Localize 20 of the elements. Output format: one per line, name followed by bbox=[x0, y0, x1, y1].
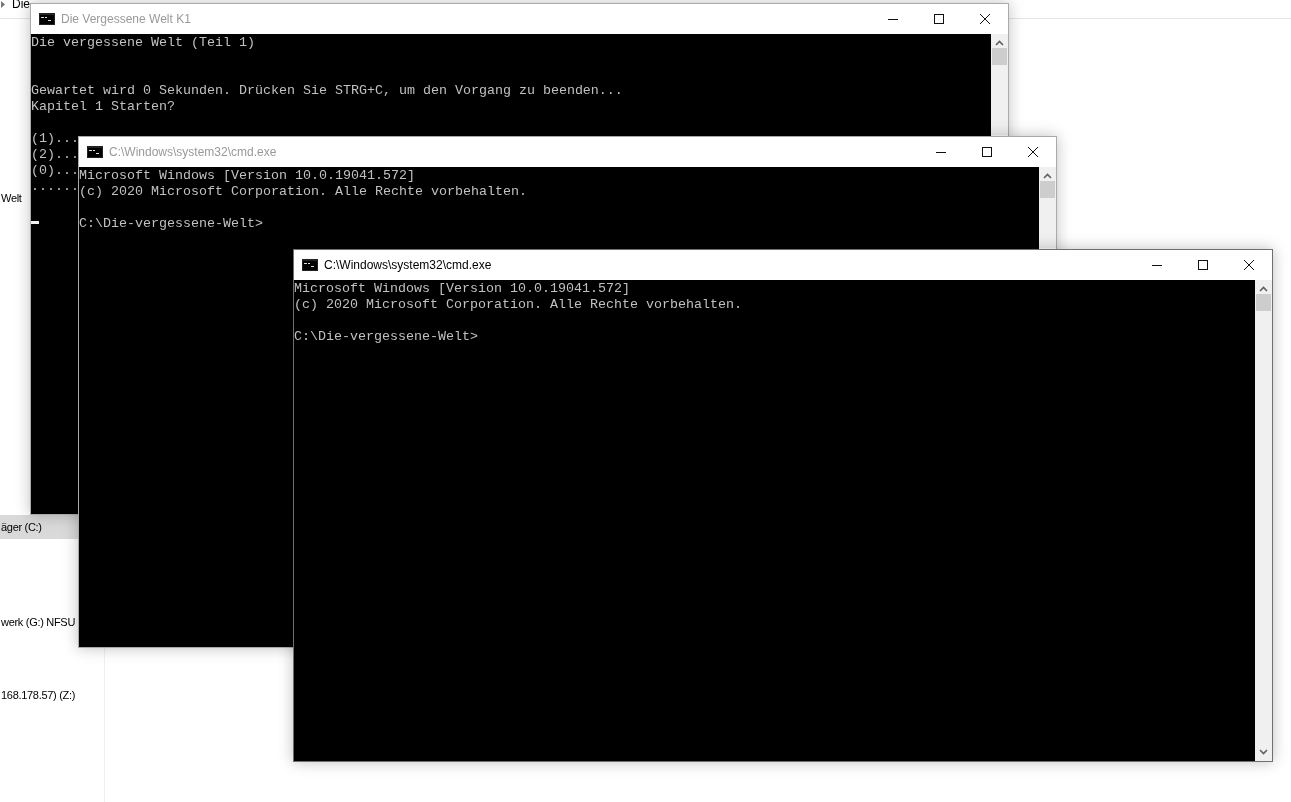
console-line: Gewartet wird 0 Sekunden. Drücken Sie STRG+C, um den Vorgang zu beenden... bbox=[31, 83, 623, 99]
console-line: Microsoft Windows [Version 10.0.19041.572] bbox=[79, 168, 415, 184]
console-line: (2)... bbox=[31, 147, 79, 163]
console-line: Die vergessene Welt (Teil 1) bbox=[31, 35, 255, 51]
console-line: (c) 2020 Microsoft Corporation. Alle Rechte vorbehalten. bbox=[79, 184, 527, 200]
nav-item[interactable]: werk (G:) NFSU bbox=[0, 610, 76, 634]
nav-item[interactable]: äger (C:) bbox=[0, 515, 78, 539]
window-title: C:\Windows\system32\cmd.exe bbox=[109, 145, 278, 159]
console-line: (1)... bbox=[31, 131, 79, 147]
nav-item[interactable]: Welt bbox=[0, 186, 22, 210]
console-line: C:\Die-vergessene-Welt> bbox=[79, 216, 263, 232]
window-title: Die Vergessene Welt K1 bbox=[61, 12, 192, 26]
console-line: C:\Die-vergessene-Welt> bbox=[294, 329, 478, 345]
window-title: C:\Windows\system32\cmd.exe bbox=[324, 258, 493, 272]
breadcrumb[interactable]: Die bbox=[12, 0, 30, 11]
console-line: (c) 2020 Microsoft Corporation. Alle Rechte vorbehalten. bbox=[294, 297, 742, 313]
console-line: Kapitel 1 Starten? bbox=[31, 99, 175, 115]
nav-item[interactable]: 168.178.57) (Z:) bbox=[0, 683, 76, 707]
console-line: Microsoft Windows [Version 10.0.19041.572] bbox=[294, 281, 630, 297]
console-line: ...... bbox=[31, 179, 79, 195]
